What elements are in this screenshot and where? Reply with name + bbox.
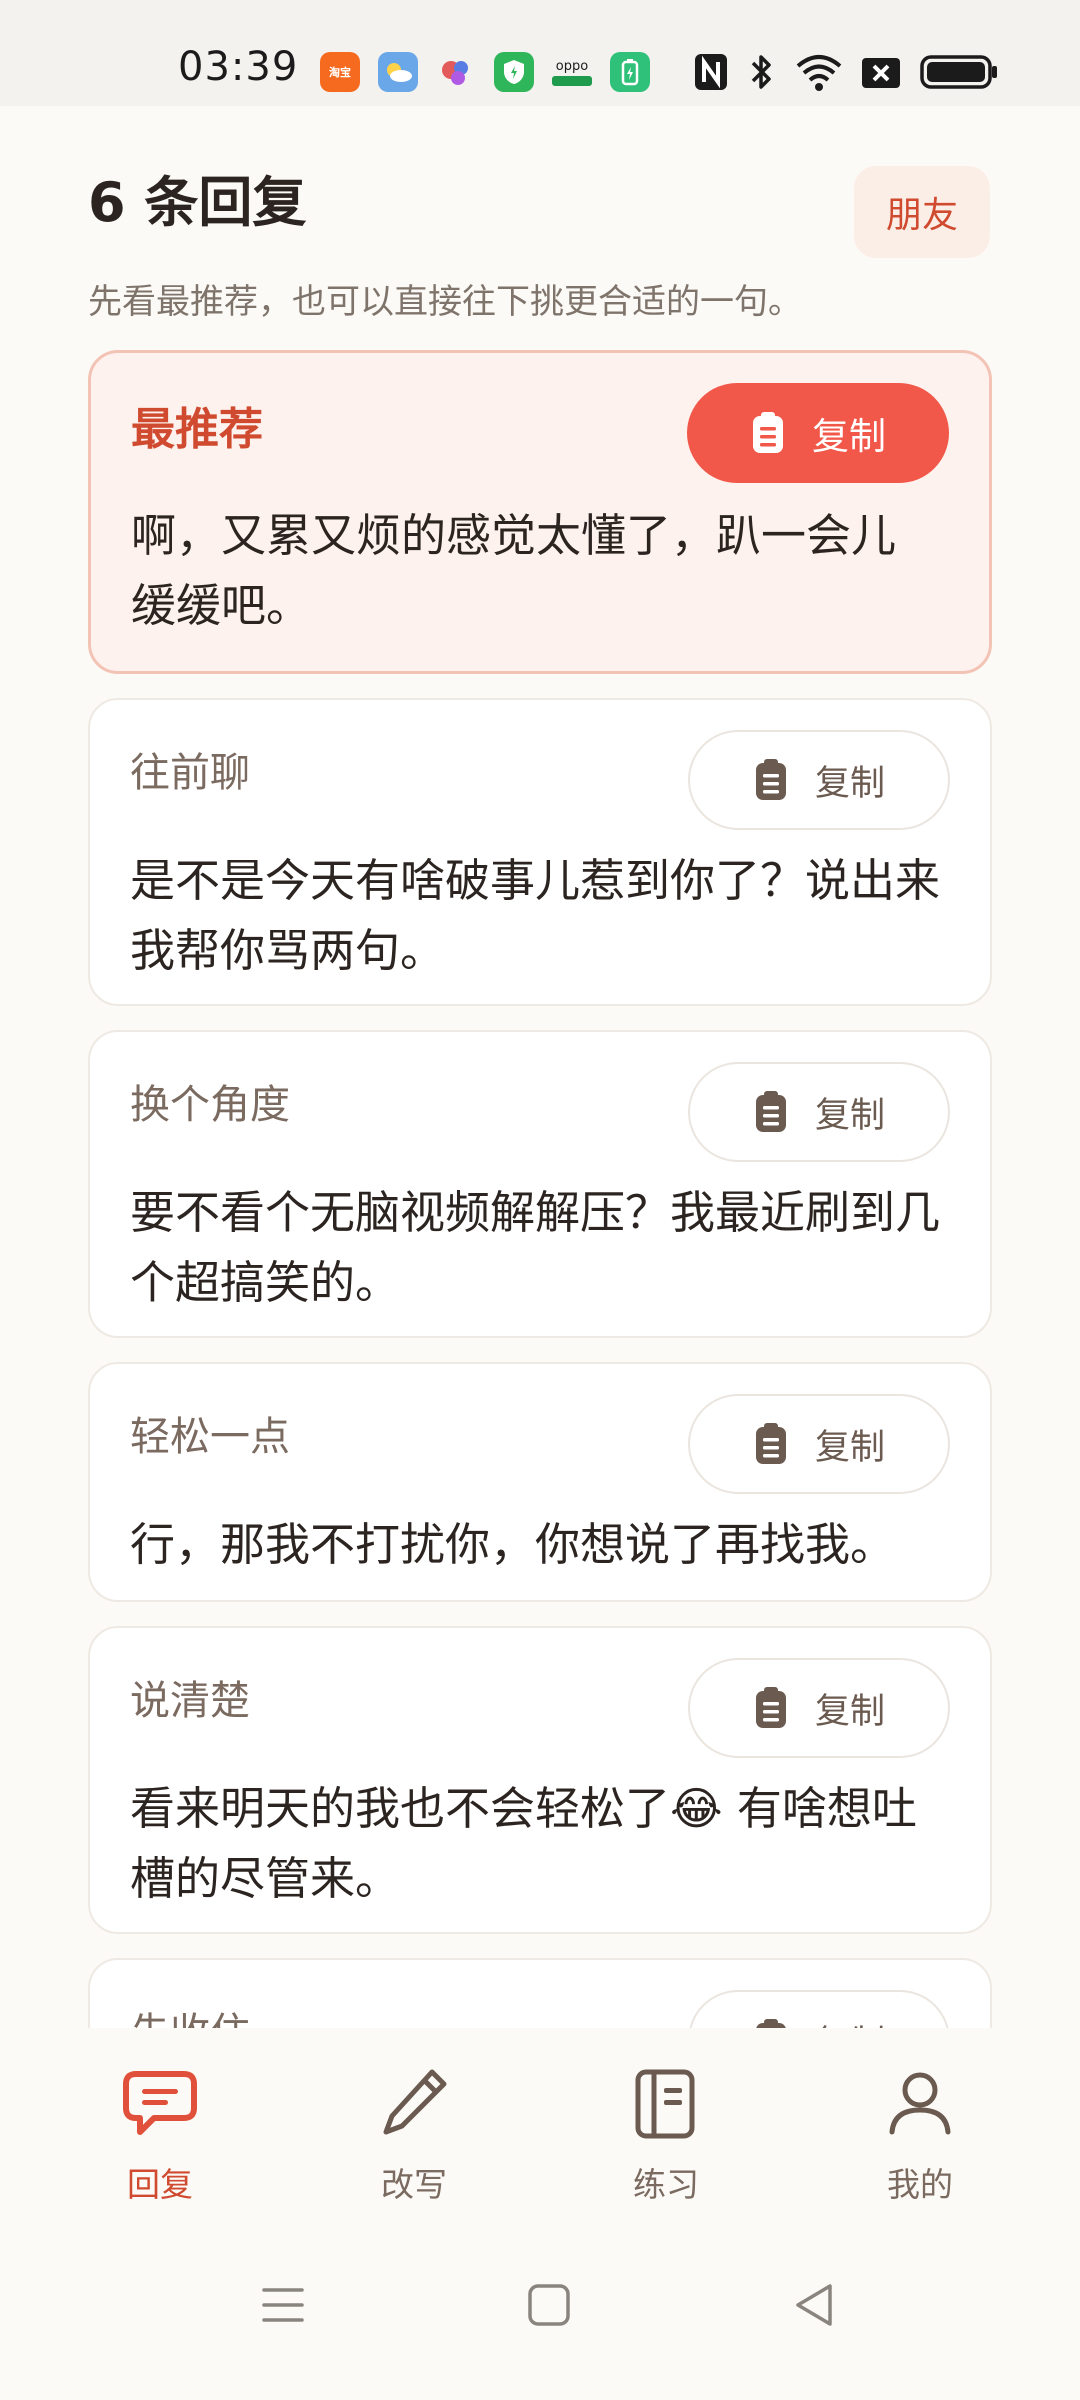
reply-text: 看来明天的我也不会轻松了😂 有啥想吐 槽的尽管来。 [130, 1782, 917, 1905]
clipboard-icon [755, 759, 786, 800]
card-label: 轻松一点 [130, 1414, 290, 1460]
notebook-icon [635, 2069, 695, 2139]
card-label: 先收住 [130, 2000, 250, 2028]
bluetooth-icon [751, 55, 771, 89]
bottom-tab-bar: 回复 改写 练习 我的 [0, 2028, 1080, 2228]
page-subtitle: 先看最推荐，也可以直接往下挑更合适的一句。 [88, 282, 802, 322]
card-label: 说清楚 [130, 1678, 250, 1724]
status-time: 03:39 [178, 44, 299, 90]
copy-button[interactable]: 复制 [688, 1394, 950, 1494]
reply-list[interactable]: 最推荐 复制 啊，又累又烦的感觉太懂了，趴一会儿 缓缓吧。 往前聊 复制 是不是… [0, 330, 1080, 2028]
tab-label: 练习 [633, 2165, 699, 2204]
tab-me[interactable]: 我的 [840, 2064, 1000, 2206]
copy-label: 复制 [814, 1427, 885, 1468]
menu-icon[interactable] [258, 2280, 308, 2330]
chat-bubble-icon [123, 2071, 197, 2135]
status-bar: 03:39 淘宝 oppo [0, 0, 1080, 106]
reply-card-recommended[interactable]: 最推荐 复制 啊，又累又烦的感觉太懂了，趴一会儿 缓缓吧。 [88, 350, 992, 674]
reply-text: 是不是今天有啥破事儿惹到你了？说出来 我帮你骂两句。 [130, 854, 941, 977]
tab-label: 改写 [381, 2165, 447, 2204]
battery-icon [920, 55, 997, 89]
back-icon[interactable] [790, 2280, 840, 2330]
nfc-icon [695, 54, 727, 90]
tab-rewrite[interactable]: 改写 [334, 2064, 494, 2206]
reply-text: 啊，又累又烦的感觉太懂了，趴一会儿 缓缓吧。 [131, 509, 897, 632]
reply-card[interactable]: 轻松一点 复制 行，那我不打扰你，你想说了再找我。 [88, 1362, 992, 1602]
copy-button[interactable]: 复制 [688, 730, 950, 830]
copy-label: 复制 [814, 763, 885, 804]
card-label: 换个角度 [130, 1082, 290, 1128]
security-icon [494, 52, 534, 92]
person-icon [889, 2072, 951, 2135]
card-label: 往前聊 [130, 750, 250, 796]
friend-button[interactable]: 朋友 [854, 166, 990, 258]
home-icon[interactable] [524, 2280, 574, 2330]
clipboard-icon [753, 412, 783, 453]
photos-icon [436, 52, 476, 92]
reply-card[interactable]: 先收住 复制 [88, 1958, 992, 2028]
reply-text: 要不看个无脑视频解解压？我最近刷到几 个超搞笑的。 [130, 1186, 941, 1309]
tab-label: 我的 [887, 2165, 953, 2204]
pencil-icon [383, 2069, 447, 2135]
clipboard-icon [756, 2019, 786, 2028]
reply-card[interactable]: 说清楚 复制 看来明天的我也不会轻松了😂 有啥想吐 槽的尽管来。 [88, 1626, 992, 1934]
weather-icon [378, 52, 418, 92]
copy-label: 复制 [814, 1095, 885, 1136]
copy-button[interactable]: 复制 [688, 1990, 950, 2028]
clipboard-icon [755, 1687, 786, 1728]
reply-card[interactable]: 往前聊 复制 是不是今天有啥破事儿惹到你了？说出来 我帮你骂两句。 [88, 698, 992, 1006]
clipboard-icon [755, 1423, 786, 1464]
reply-text: 行，那我不打扰你，你想说了再找我。 [130, 1518, 896, 1571]
wifi-icon [796, 55, 842, 91]
copy-label: 复制 [815, 2015, 885, 2029]
tab-reply[interactable]: 回复 [80, 2064, 240, 2206]
copy-label: 复制 [814, 1691, 885, 1732]
card-label: 最推荐 [131, 404, 263, 455]
copy-button[interactable]: 复制 [688, 1062, 950, 1162]
tab-practice[interactable]: 练习 [586, 2064, 746, 2206]
tab-label: 回复 [127, 2165, 193, 2204]
copy-button[interactable]: 复制 [687, 383, 949, 483]
copy-button[interactable]: 复制 [688, 1658, 950, 1758]
oppo-icon: oppo [552, 52, 592, 92]
taobao-icon: 淘宝 [320, 52, 360, 92]
clipboard-icon [755, 1091, 786, 1132]
page-title: 6 条回复 [88, 171, 307, 234]
no-sim-icon [862, 58, 900, 88]
battery-app-icon [610, 52, 650, 92]
copy-label: 复制 [812, 415, 886, 458]
reply-card[interactable]: 换个角度 复制 要不看个无脑视频解解压？我最近刷到几 个超搞笑的。 [88, 1030, 992, 1338]
system-nav-bar [0, 2228, 1080, 2400]
